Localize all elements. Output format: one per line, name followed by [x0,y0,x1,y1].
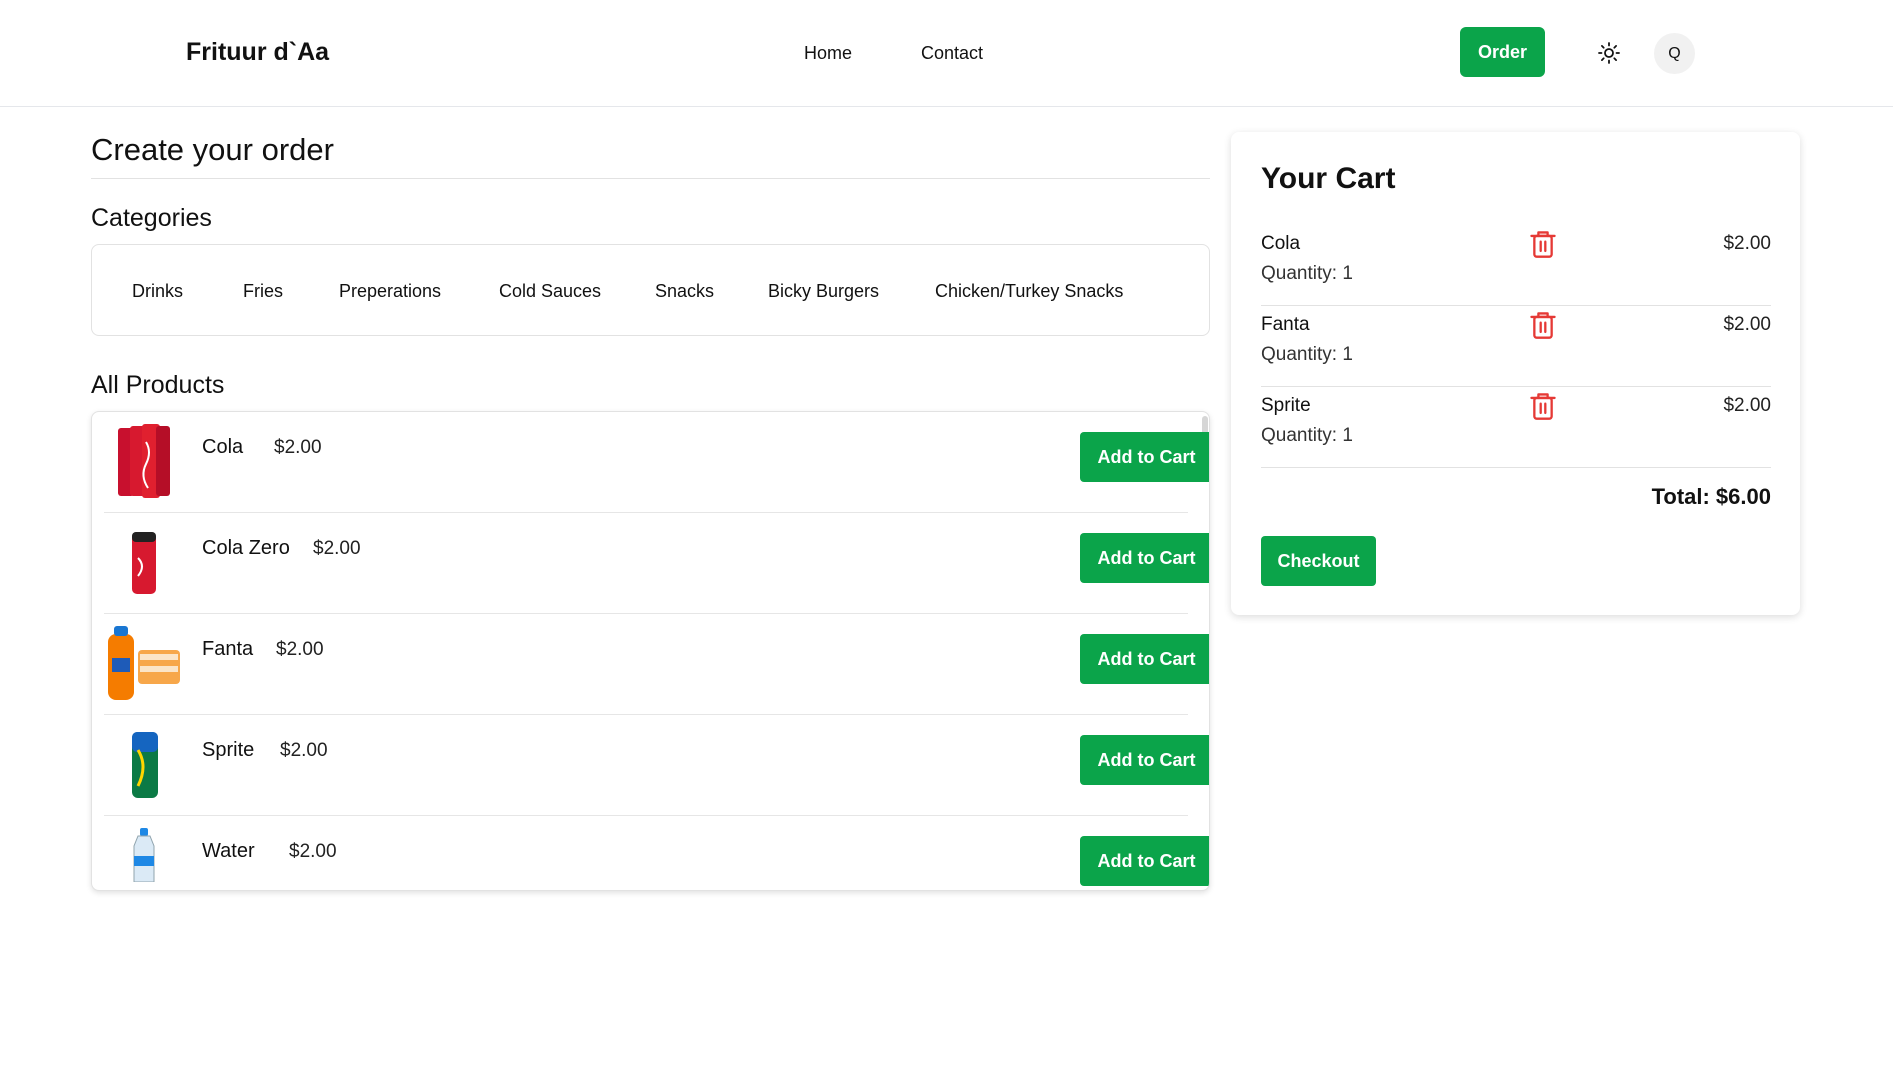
cart-total: Total: $6.00 [1651,484,1771,509]
top-navbar: Frituur d`Aa Home Contact Order Q [0,0,1893,107]
cart-title: Your Cart [1261,162,1396,195]
water-bottle-icon [133,828,155,882]
add-to-cart-button-cola[interactable]: Add to Cart [1080,432,1209,482]
product-name: Water [202,840,255,862]
product-row: Cola $2.00 Add to Cart [104,412,1209,513]
cart-item-name: Cola [1261,233,1301,254]
product-row: Fanta $2.00 Add to Cart [104,614,1209,715]
cart-item-name: Fanta [1261,314,1310,335]
sprite-can-icon [132,732,158,798]
checkout-button[interactable]: Checkout [1261,536,1376,586]
order-button[interactable]: Order [1460,27,1545,77]
cart-item: Fanta Quantity: 1 $2.00 [1261,306,1771,387]
cart-item-name: Sprite [1261,395,1311,416]
product-image-water [104,826,184,890]
cart-panel: Your Cart Cola Quantity: 1 $2.00 Fanta Q… [1231,132,1800,615]
product-name: Fanta [202,638,254,660]
quantity-value: 1 [1342,344,1353,365]
product-image-sprite [104,725,184,805]
add-to-cart-button-cola-zero[interactable]: Add to Cart [1080,533,1209,583]
category-drinks[interactable]: Drinks [132,281,183,302]
nav-home-link[interactable]: Home [804,43,852,64]
trash-icon[interactable] [1529,391,1557,421]
product-image-fanta [104,624,184,704]
trash-icon[interactable] [1529,229,1557,259]
quantity-label: Quantity: [1261,344,1338,365]
all-products-heading: All Products [91,371,225,399]
cart-item-price: $2.00 [1723,395,1771,416]
cart-item-quantity: Quantity: 1 [1261,425,1353,447]
nav-contact-link[interactable]: Contact [921,43,983,64]
cola-can-icon [132,532,156,594]
trash-icon[interactable] [1529,310,1557,340]
category-fries[interactable]: Fries [243,281,283,302]
cart-item-quantity: Quantity: 1 [1261,263,1353,285]
product-price: $2.00 [276,639,324,660]
cart-item-price: $2.00 [1723,314,1771,335]
quantity-value: 1 [1342,425,1353,446]
category-snacks[interactable]: Snacks [655,281,714,302]
user-avatar[interactable]: Q [1654,33,1695,74]
quantity-value: 1 [1342,263,1353,284]
category-preperations[interactable]: Preperations [339,281,441,302]
add-to-cart-button-water[interactable]: Add to Cart [1080,836,1209,886]
category-chicken-turkey-snacks[interactable]: Chicken/Turkey Snacks [935,281,1123,302]
cart-item: Sprite Quantity: 1 $2.00 [1261,387,1771,468]
product-row: Sprite $2.00 Add to Cart [104,715,1209,816]
cart-item-price: $2.00 [1723,233,1771,254]
cart-item: Cola Quantity: 1 $2.00 [1261,225,1771,306]
cart-item-quantity: Quantity: 1 [1261,344,1353,366]
product-row: Water $2.00 Add to Cart [104,816,1209,890]
categories-bar: Drinks Fries Preperations Cold Sauces Sn… [91,244,1210,336]
title-divider [91,178,1210,179]
product-price: $2.00 [280,740,328,761]
add-to-cart-button-sprite[interactable]: Add to Cart [1080,735,1209,785]
theme-toggle-button[interactable] [1594,38,1624,68]
product-price: $2.00 [274,437,322,458]
cola-multipack-icon [118,424,170,498]
sun-icon [1598,42,1620,64]
products-list[interactable]: Cola $2.00 Add to Cart Cola Zero $2.00 A… [91,411,1210,891]
brand-logo-text[interactable]: Frituur d`Aa [186,38,329,67]
product-name: Sprite [202,739,255,761]
product-price: $2.00 [313,538,361,559]
category-cold-sauces[interactable]: Cold Sauces [499,281,601,302]
product-name: Cola Zero [202,537,290,559]
quantity-label: Quantity: [1261,425,1338,446]
product-row: Cola Zero $2.00 Add to Cart [104,513,1209,614]
categories-heading: Categories [91,204,212,232]
product-image-cola-zero [104,523,184,603]
product-price: $2.00 [289,841,337,862]
page-title: Create your order [91,132,334,167]
category-bicky-burgers[interactable]: Bicky Burgers [768,281,879,302]
product-image-cola [104,422,184,502]
add-to-cart-button-fanta[interactable]: Add to Cart [1080,634,1209,684]
fanta-bottle-icon [108,626,180,700]
product-name: Cola [202,436,244,458]
quantity-label: Quantity: [1261,263,1338,284]
